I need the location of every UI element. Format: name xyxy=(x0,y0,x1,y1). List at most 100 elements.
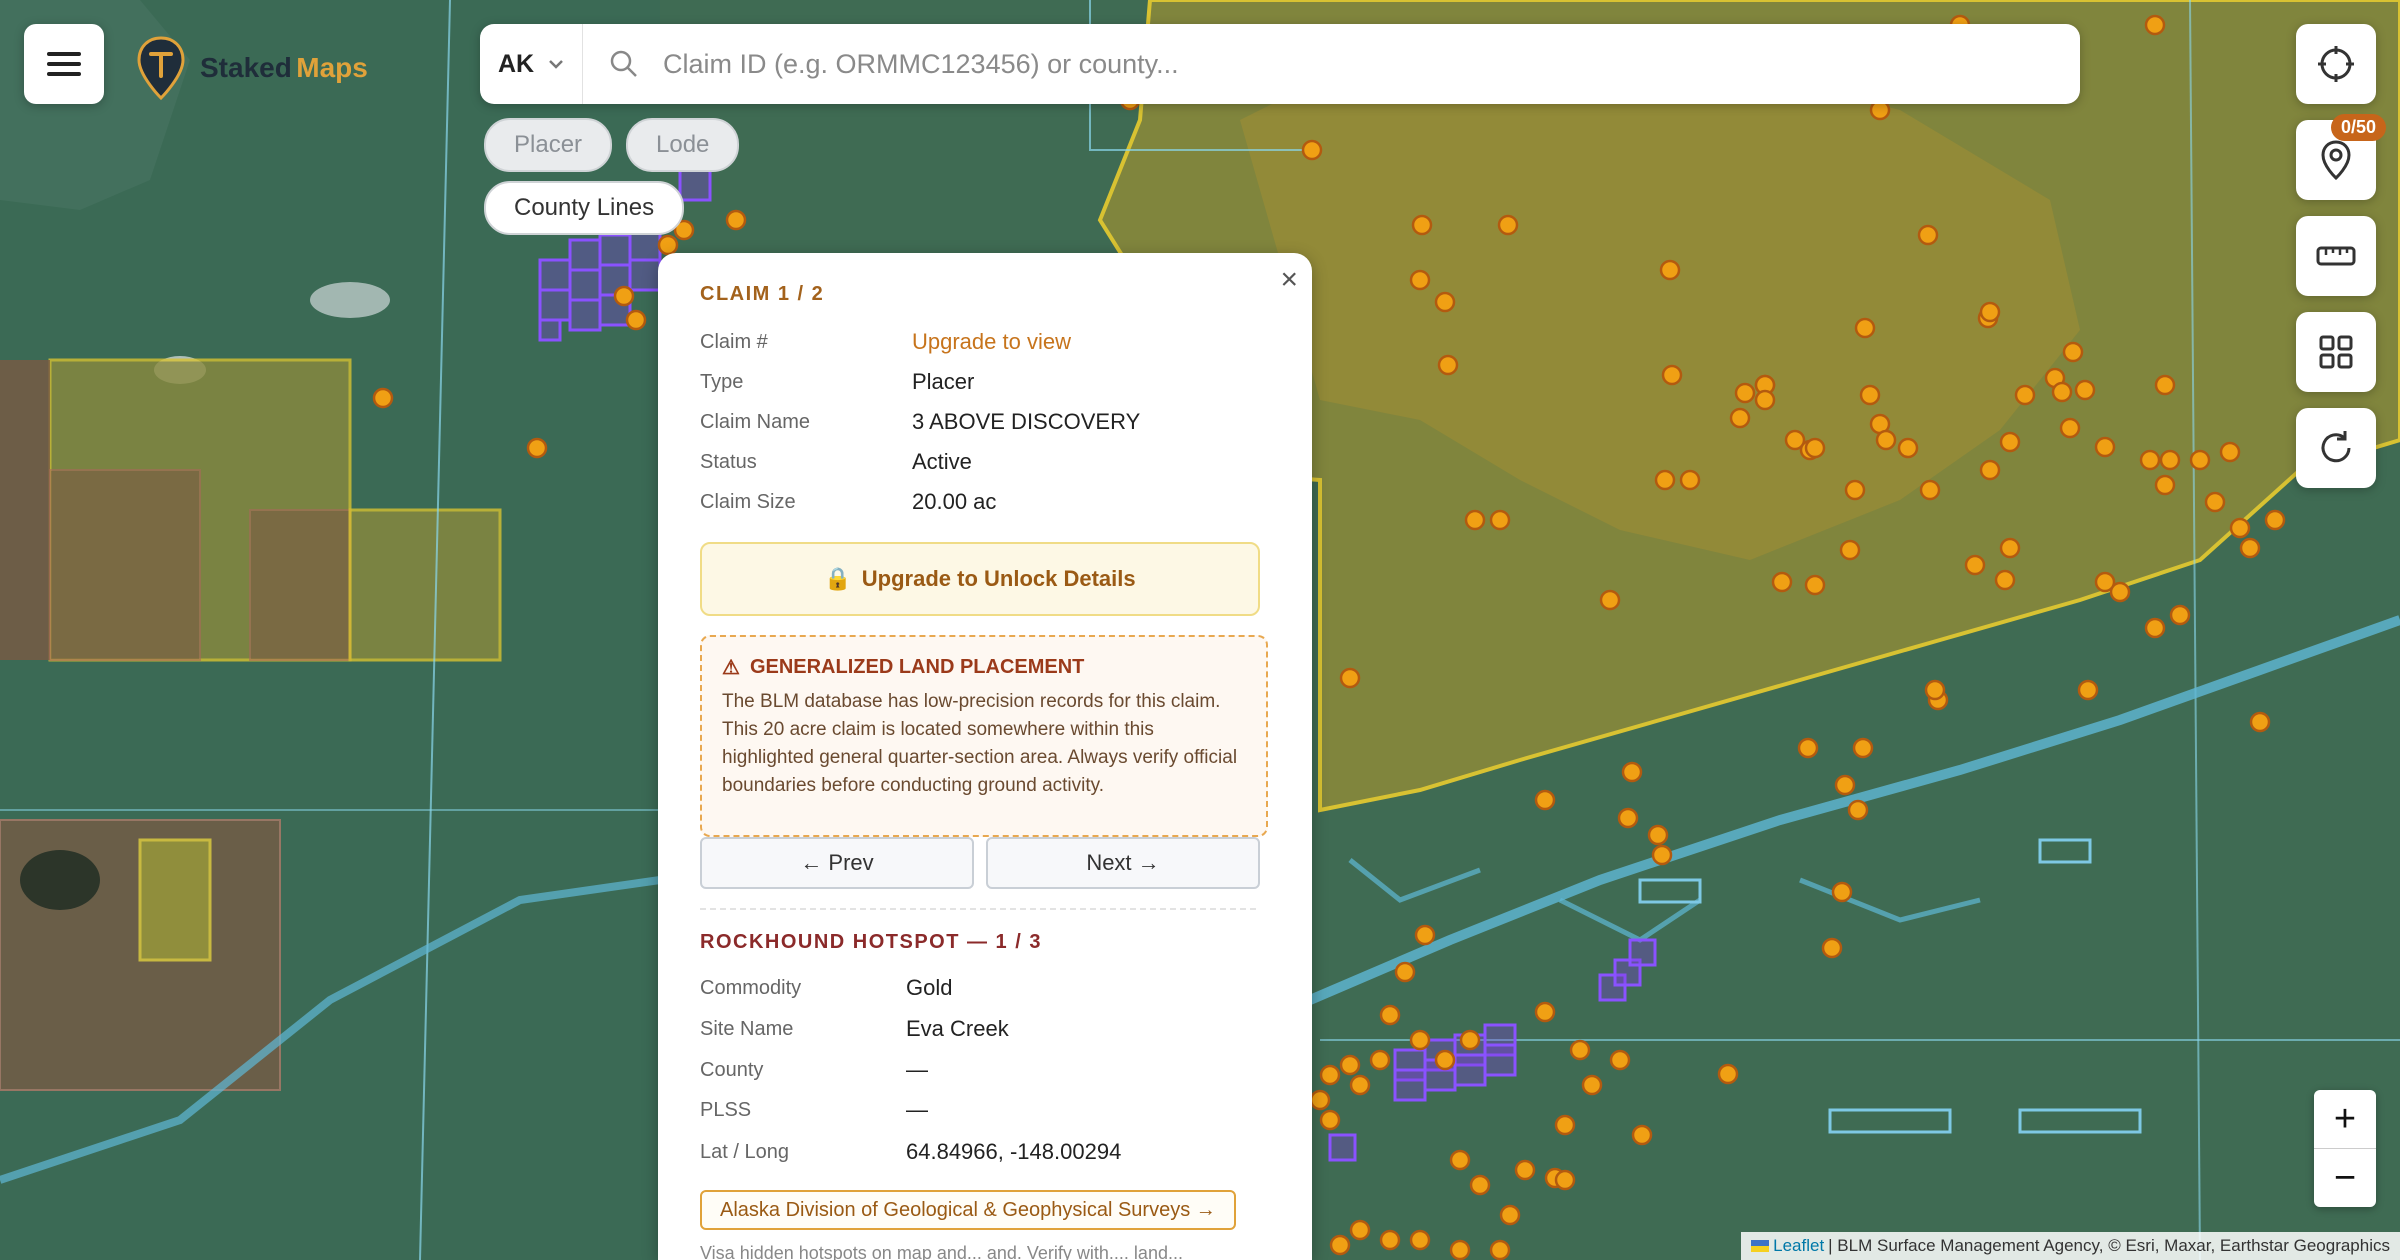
claim-boundary[interactable] xyxy=(568,298,602,332)
claim-search-input[interactable] xyxy=(661,47,1965,81)
hotspot-marker[interactable] xyxy=(2014,384,2036,406)
hotspot-marker[interactable] xyxy=(1599,589,1621,611)
hotspot-marker[interactable] xyxy=(657,234,679,256)
hotspot-marker[interactable] xyxy=(1659,259,1681,281)
hotspot-marker[interactable] xyxy=(1469,1174,1491,1196)
hotspot-marker[interactable] xyxy=(1844,479,1866,501)
claim-boundary[interactable] xyxy=(678,168,712,202)
hotspot-marker[interactable] xyxy=(1771,571,1793,593)
hotspot-marker[interactable] xyxy=(1554,1169,1576,1191)
hotspot-marker[interactable] xyxy=(1859,384,1881,406)
claim-boundary[interactable] xyxy=(568,238,602,272)
hotspot-marker[interactable] xyxy=(1647,824,1669,846)
hotspot-marker[interactable] xyxy=(1621,761,1643,783)
hotspot-marker[interactable] xyxy=(1459,1029,1481,1051)
hotspot-marker[interactable] xyxy=(1834,774,1856,796)
hotspot-marker[interactable] xyxy=(2077,679,2099,701)
hotspot-marker[interactable] xyxy=(1847,799,1869,821)
hotspot-marker[interactable] xyxy=(1434,291,1456,313)
hotspot-marker[interactable] xyxy=(1414,924,1436,946)
hotspot-marker[interactable] xyxy=(1411,214,1433,236)
leaflet-link[interactable]: Leaflet xyxy=(1773,1236,1824,1256)
hotspot-marker[interactable] xyxy=(1999,537,2021,559)
hotspot-marker[interactable] xyxy=(1804,574,1826,596)
brand-logo[interactable]: Staked Maps xyxy=(136,36,368,100)
hotspot-marker[interactable] xyxy=(1534,789,1556,811)
hotspot-marker[interactable] xyxy=(1349,1074,1371,1096)
hotspot-marker[interactable] xyxy=(2189,449,2211,471)
hotspot-marker[interactable] xyxy=(2144,617,2166,639)
layers-grid-button[interactable] xyxy=(2296,312,2376,392)
hotspot-marker[interactable] xyxy=(1449,1149,1471,1171)
hotspot-marker[interactable] xyxy=(1917,224,1939,246)
hotspot-marker[interactable] xyxy=(1994,569,2016,591)
state-select[interactable]: AK xyxy=(480,24,583,104)
hotspot-marker[interactable] xyxy=(1499,1204,1521,1226)
hotspot-marker[interactable] xyxy=(625,309,647,331)
hotspot-marker[interactable] xyxy=(1437,354,1459,376)
claim-boundary[interactable] xyxy=(538,318,562,342)
menu-button[interactable] xyxy=(24,24,104,104)
hotspot-marker[interactable] xyxy=(2094,571,2116,593)
hotspot-marker[interactable] xyxy=(2264,509,2286,531)
hotspot-marker[interactable] xyxy=(1654,469,1676,491)
hotspot-marker[interactable] xyxy=(725,209,747,231)
hotspot-marker[interactable] xyxy=(1797,737,1819,759)
claim-boundary[interactable] xyxy=(598,233,632,267)
hotspot-marker[interactable] xyxy=(1979,459,2001,481)
hotspot-marker[interactable] xyxy=(1854,317,1876,339)
hotspot-marker[interactable] xyxy=(1329,1234,1351,1256)
hotspot-marker[interactable] xyxy=(2051,381,2073,403)
hotspot-marker[interactable] xyxy=(1919,479,1941,501)
zoom-in-button[interactable]: + xyxy=(2314,1090,2376,1148)
hotspot-marker[interactable] xyxy=(2169,604,2191,626)
hotspot-marker[interactable] xyxy=(1464,509,1486,531)
source-link-button[interactable]: Alaska Division of Geological & Geophysi… xyxy=(700,1190,1236,1230)
hotspot-marker[interactable] xyxy=(1434,1049,1456,1071)
upgrade-button[interactable]: 🔒 Upgrade to Unlock Details xyxy=(700,542,1260,616)
hotspot-marker[interactable] xyxy=(2229,517,2251,539)
next-claim-button[interactable]: Next → xyxy=(986,837,1260,889)
hotspot-marker[interactable] xyxy=(1609,1049,1631,1071)
hotspot-marker[interactable] xyxy=(1489,1239,1511,1260)
locate-button[interactable] xyxy=(2296,24,2376,104)
hotspot-marker[interactable] xyxy=(1309,1089,1331,1111)
claim-boundary[interactable] xyxy=(1393,1068,1427,1102)
hotspot-marker[interactable] xyxy=(1839,539,1861,561)
claim-boundary[interactable] xyxy=(1483,1043,1517,1077)
hotspot-marker[interactable] xyxy=(1339,667,1361,689)
claim-boundary[interactable] xyxy=(1328,1133,1357,1162)
hotspot-marker[interactable] xyxy=(1924,679,1946,701)
hotspot-marker[interactable] xyxy=(1409,1029,1431,1051)
hotspot-marker[interactable] xyxy=(1379,1004,1401,1026)
hotspot-marker[interactable] xyxy=(372,387,394,409)
hotspot-marker[interactable] xyxy=(1631,1124,1653,1146)
hotspot-marker[interactable] xyxy=(1339,1054,1361,1076)
claim-boundary[interactable] xyxy=(1628,938,1657,967)
hotspot-marker[interactable] xyxy=(1821,937,1843,959)
hotspot-marker[interactable] xyxy=(1979,301,2001,323)
hotspot-marker[interactable] xyxy=(1449,1239,1471,1260)
hotspot-marker[interactable] xyxy=(1964,554,1986,576)
hotspot-marker[interactable] xyxy=(1489,509,1511,531)
hotspot-marker[interactable] xyxy=(1379,1229,1401,1251)
hotspot-marker[interactable] xyxy=(1734,382,1756,404)
claim-boundary[interactable] xyxy=(538,258,572,292)
filter-chip-placer[interactable]: Placer xyxy=(484,118,613,172)
hotspot-marker[interactable] xyxy=(1999,431,2021,453)
filter-chip-lode[interactable]: Lode xyxy=(626,118,740,172)
refresh-button[interactable] xyxy=(2296,408,2376,488)
hotspot-marker[interactable] xyxy=(1497,214,1519,236)
filter-chip-county-lines[interactable]: County Lines xyxy=(484,181,685,235)
hotspot-marker[interactable] xyxy=(2062,341,2084,363)
hotspot-marker[interactable] xyxy=(2159,449,2181,471)
hotspot-marker[interactable] xyxy=(2239,537,2261,559)
hotspot-marker[interactable] xyxy=(1897,437,1919,459)
hotspot-marker[interactable] xyxy=(2219,441,2241,463)
hotspot-marker[interactable] xyxy=(1661,364,1683,386)
measure-button[interactable] xyxy=(2296,216,2376,296)
claim-boundary[interactable] xyxy=(538,288,572,322)
close-icon[interactable]: × xyxy=(1280,263,1298,297)
hotspot-marker[interactable] xyxy=(2094,436,2116,458)
hotspot-marker[interactable] xyxy=(1831,881,1853,903)
